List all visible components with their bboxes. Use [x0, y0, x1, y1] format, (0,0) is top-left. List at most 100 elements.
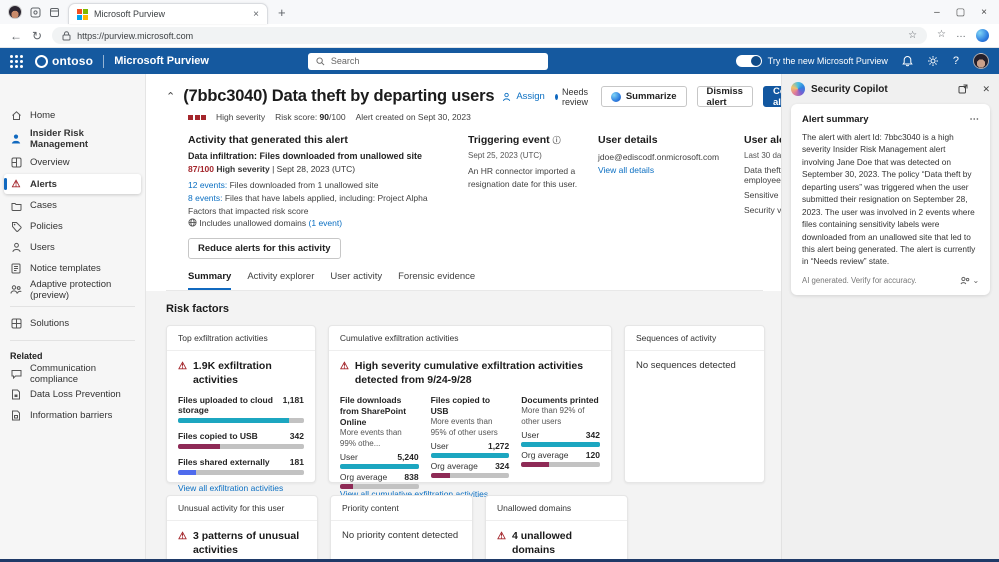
- card-title: Sequences of activity: [624, 326, 764, 351]
- sidebar-item-notice-templates[interactable]: Notice templates: [0, 258, 145, 279]
- sidebar-item-users[interactable]: Users: [0, 237, 145, 258]
- tab-summary[interactable]: Summary: [188, 271, 232, 290]
- triggering-event-date: Sept 25, 2023 (UTC): [468, 151, 542, 160]
- card-title: Unusual activity for this user: [167, 496, 317, 521]
- status-dot-icon: [554, 93, 558, 100]
- triggering-event-desc: An HR connector imported a resignation d…: [468, 166, 578, 189]
- home-icon: [10, 110, 22, 121]
- view-all-exfiltration-link[interactable]: View all exfiltration activities: [178, 483, 304, 493]
- nav-collapse-button[interactable]: [0, 78, 145, 99]
- browser-menu-icon[interactable]: …: [956, 29, 966, 42]
- globe-icon: [188, 218, 197, 227]
- summarize-button[interactable]: Summarize: [600, 86, 687, 107]
- notifications-bell-icon[interactable]: [902, 55, 913, 67]
- edge-copilot-icon[interactable]: [976, 29, 989, 42]
- alert-title: (7bbc3040) Data theft by departing users: [183, 87, 495, 105]
- bookmark-star-icon[interactable]: ☆: [908, 30, 917, 41]
- tab-user-activity[interactable]: User activity: [330, 271, 382, 290]
- sidebar-item-insider-risk-management[interactable]: Insider Risk Management: [0, 126, 145, 152]
- settings-gear-icon[interactable]: [927, 55, 939, 67]
- contoso-logo: ontoso: [35, 54, 93, 68]
- card-unusual-activity: Unusual activity for this user ⚠ 3 patter…: [166, 495, 318, 559]
- account-avatar[interactable]: [973, 53, 989, 69]
- warning-triangle-icon: ⚠: [497, 531, 506, 542]
- bar-fill: [339, 464, 419, 470]
- new-tab-button[interactable]: +: [278, 5, 286, 20]
- sidebar-item-solutions[interactable]: Solutions: [0, 313, 145, 334]
- activity-heading: Activity that generated this alert: [188, 134, 348, 146]
- metric-sharepoint-downloads: File downloads from SharePoint Online Mo…: [339, 395, 419, 490]
- notice-template-icon: [10, 263, 22, 274]
- bar-track: [178, 444, 304, 450]
- activity-subheading: Data infiltration: Files downloaded from…: [188, 151, 423, 161]
- event-link[interactable]: (1 event): [309, 218, 343, 228]
- search-placeholder: Search: [330, 56, 360, 66]
- assign-button[interactable]: Assign: [502, 91, 545, 102]
- risk-factors-area: Risk factors Top exfiltration activities…: [146, 291, 781, 559]
- sidebar-item-data-loss-prevention[interactable]: Data Loss Prevention: [0, 384, 145, 405]
- sidebar-item-overview[interactable]: Overview: [0, 152, 145, 173]
- sequences-empty-text: No sequences detected: [635, 360, 736, 371]
- sidebar-item-policies[interactable]: Policies: [0, 216, 145, 237]
- sidebar-item-communication-compliance[interactable]: Communication compliance: [0, 363, 145, 385]
- toggle-switch-icon[interactable]: [735, 55, 762, 67]
- sidebar-item-adaptive-protection[interactable]: Adaptive protection (preview): [0, 279, 145, 301]
- browser-tab[interactable]: Microsoft Purview ×: [68, 3, 268, 24]
- url-field[interactable]: https://purview.microsoft.com ☆: [52, 27, 928, 44]
- collapse-chevron-icon[interactable]: ⌃: [166, 90, 175, 103]
- reduce-alerts-button[interactable]: Reduce alerts for this activity: [188, 238, 341, 259]
- sidebar-item-information-barriers[interactable]: Information barriers: [0, 405, 145, 426]
- window-minimize-button[interactable]: –: [934, 7, 940, 18]
- bar-fill: [178, 470, 196, 476]
- copilot-panel-title: Security Copilot: [811, 83, 888, 95]
- sidebar-item-alerts[interactable]: ⚠ Alerts: [4, 174, 141, 194]
- tab-activity-explorer[interactable]: Activity explorer: [247, 271, 314, 290]
- security-copilot-panel: Security Copilot ✕ Alert summary ⋯ The a…: [781, 74, 999, 559]
- help-icon[interactable]: ?: [953, 55, 959, 67]
- alert-summary-card: Alert summary ⋯ The alert with alert Id:…: [791, 104, 990, 295]
- new-purview-toggle[interactable]: Try the new Microsoft Purview: [735, 55, 888, 67]
- metric-usb-copies: Files copied to USB More events than 95%…: [430, 395, 510, 489]
- close-panel-icon[interactable]: ✕: [982, 84, 990, 95]
- search-input[interactable]: Search: [307, 52, 548, 70]
- browser-tab-bar: Microsoft Purview × + – ▢ ×: [0, 0, 999, 24]
- bar-fill: [521, 442, 600, 448]
- info-icon[interactable]: ⓘ: [553, 136, 561, 145]
- tab-actions-icon[interactable]: [49, 7, 60, 18]
- browser-profile-avatar[interactable]: [8, 5, 22, 19]
- window-close-button[interactable]: ×: [981, 7, 987, 18]
- dismiss-alert-button[interactable]: Dismiss alert: [696, 86, 753, 108]
- bar-item: Files copied to USB 342: [178, 431, 304, 450]
- sidebar-item-cases[interactable]: Cases: [0, 195, 145, 216]
- severity-blocks-icon: [188, 114, 206, 120]
- back-icon[interactable]: ←: [10, 29, 22, 43]
- search-icon: [316, 56, 325, 65]
- refresh-icon[interactable]: ↻: [32, 29, 42, 43]
- tab-close-icon[interactable]: ×: [253, 9, 259, 20]
- tab-forensic-evidence[interactable]: Forensic evidence: [398, 271, 475, 290]
- feedback-icon[interactable]: ⌄: [960, 276, 979, 285]
- purview-header: ontoso Microsoft Purview Search Try the …: [0, 48, 999, 74]
- url-text: https://purview.microsoft.com: [77, 30, 194, 41]
- card-menu-icon[interactable]: ⋯: [970, 114, 980, 125]
- card-unallowed-domains: Unallowed domains ⚠ 4 unallowed domains: [485, 495, 628, 559]
- window-maximize-button[interactable]: ▢: [956, 7, 965, 18]
- contoso-logo-icon: [35, 54, 48, 68]
- open-in-new-window-icon[interactable]: [958, 84, 968, 94]
- bar-fill: [521, 462, 549, 468]
- related-section-label: Related: [10, 351, 43, 361]
- sidebar-item-home[interactable]: Home: [0, 105, 145, 126]
- favorites-icon[interactable]: ☆: [937, 29, 946, 42]
- left-navigation: Home Insider Risk Management Overview ⚠ …: [0, 74, 146, 559]
- card-title: Cumulative exfiltration activities: [328, 326, 611, 351]
- microsoft-logo-icon: [77, 8, 88, 20]
- events-link[interactable]: 12 events:: [188, 180, 227, 190]
- bar-track: [521, 442, 600, 448]
- view-all-details-link[interactable]: View all details: [598, 164, 726, 177]
- events-link[interactable]: 8 events:: [188, 193, 223, 203]
- document-lock-icon: [10, 389, 22, 400]
- app-launcher-icon[interactable]: [10, 54, 23, 68]
- lock-icon: [62, 30, 71, 40]
- bar-track: [430, 473, 510, 479]
- workspaces-icon[interactable]: [30, 7, 41, 18]
